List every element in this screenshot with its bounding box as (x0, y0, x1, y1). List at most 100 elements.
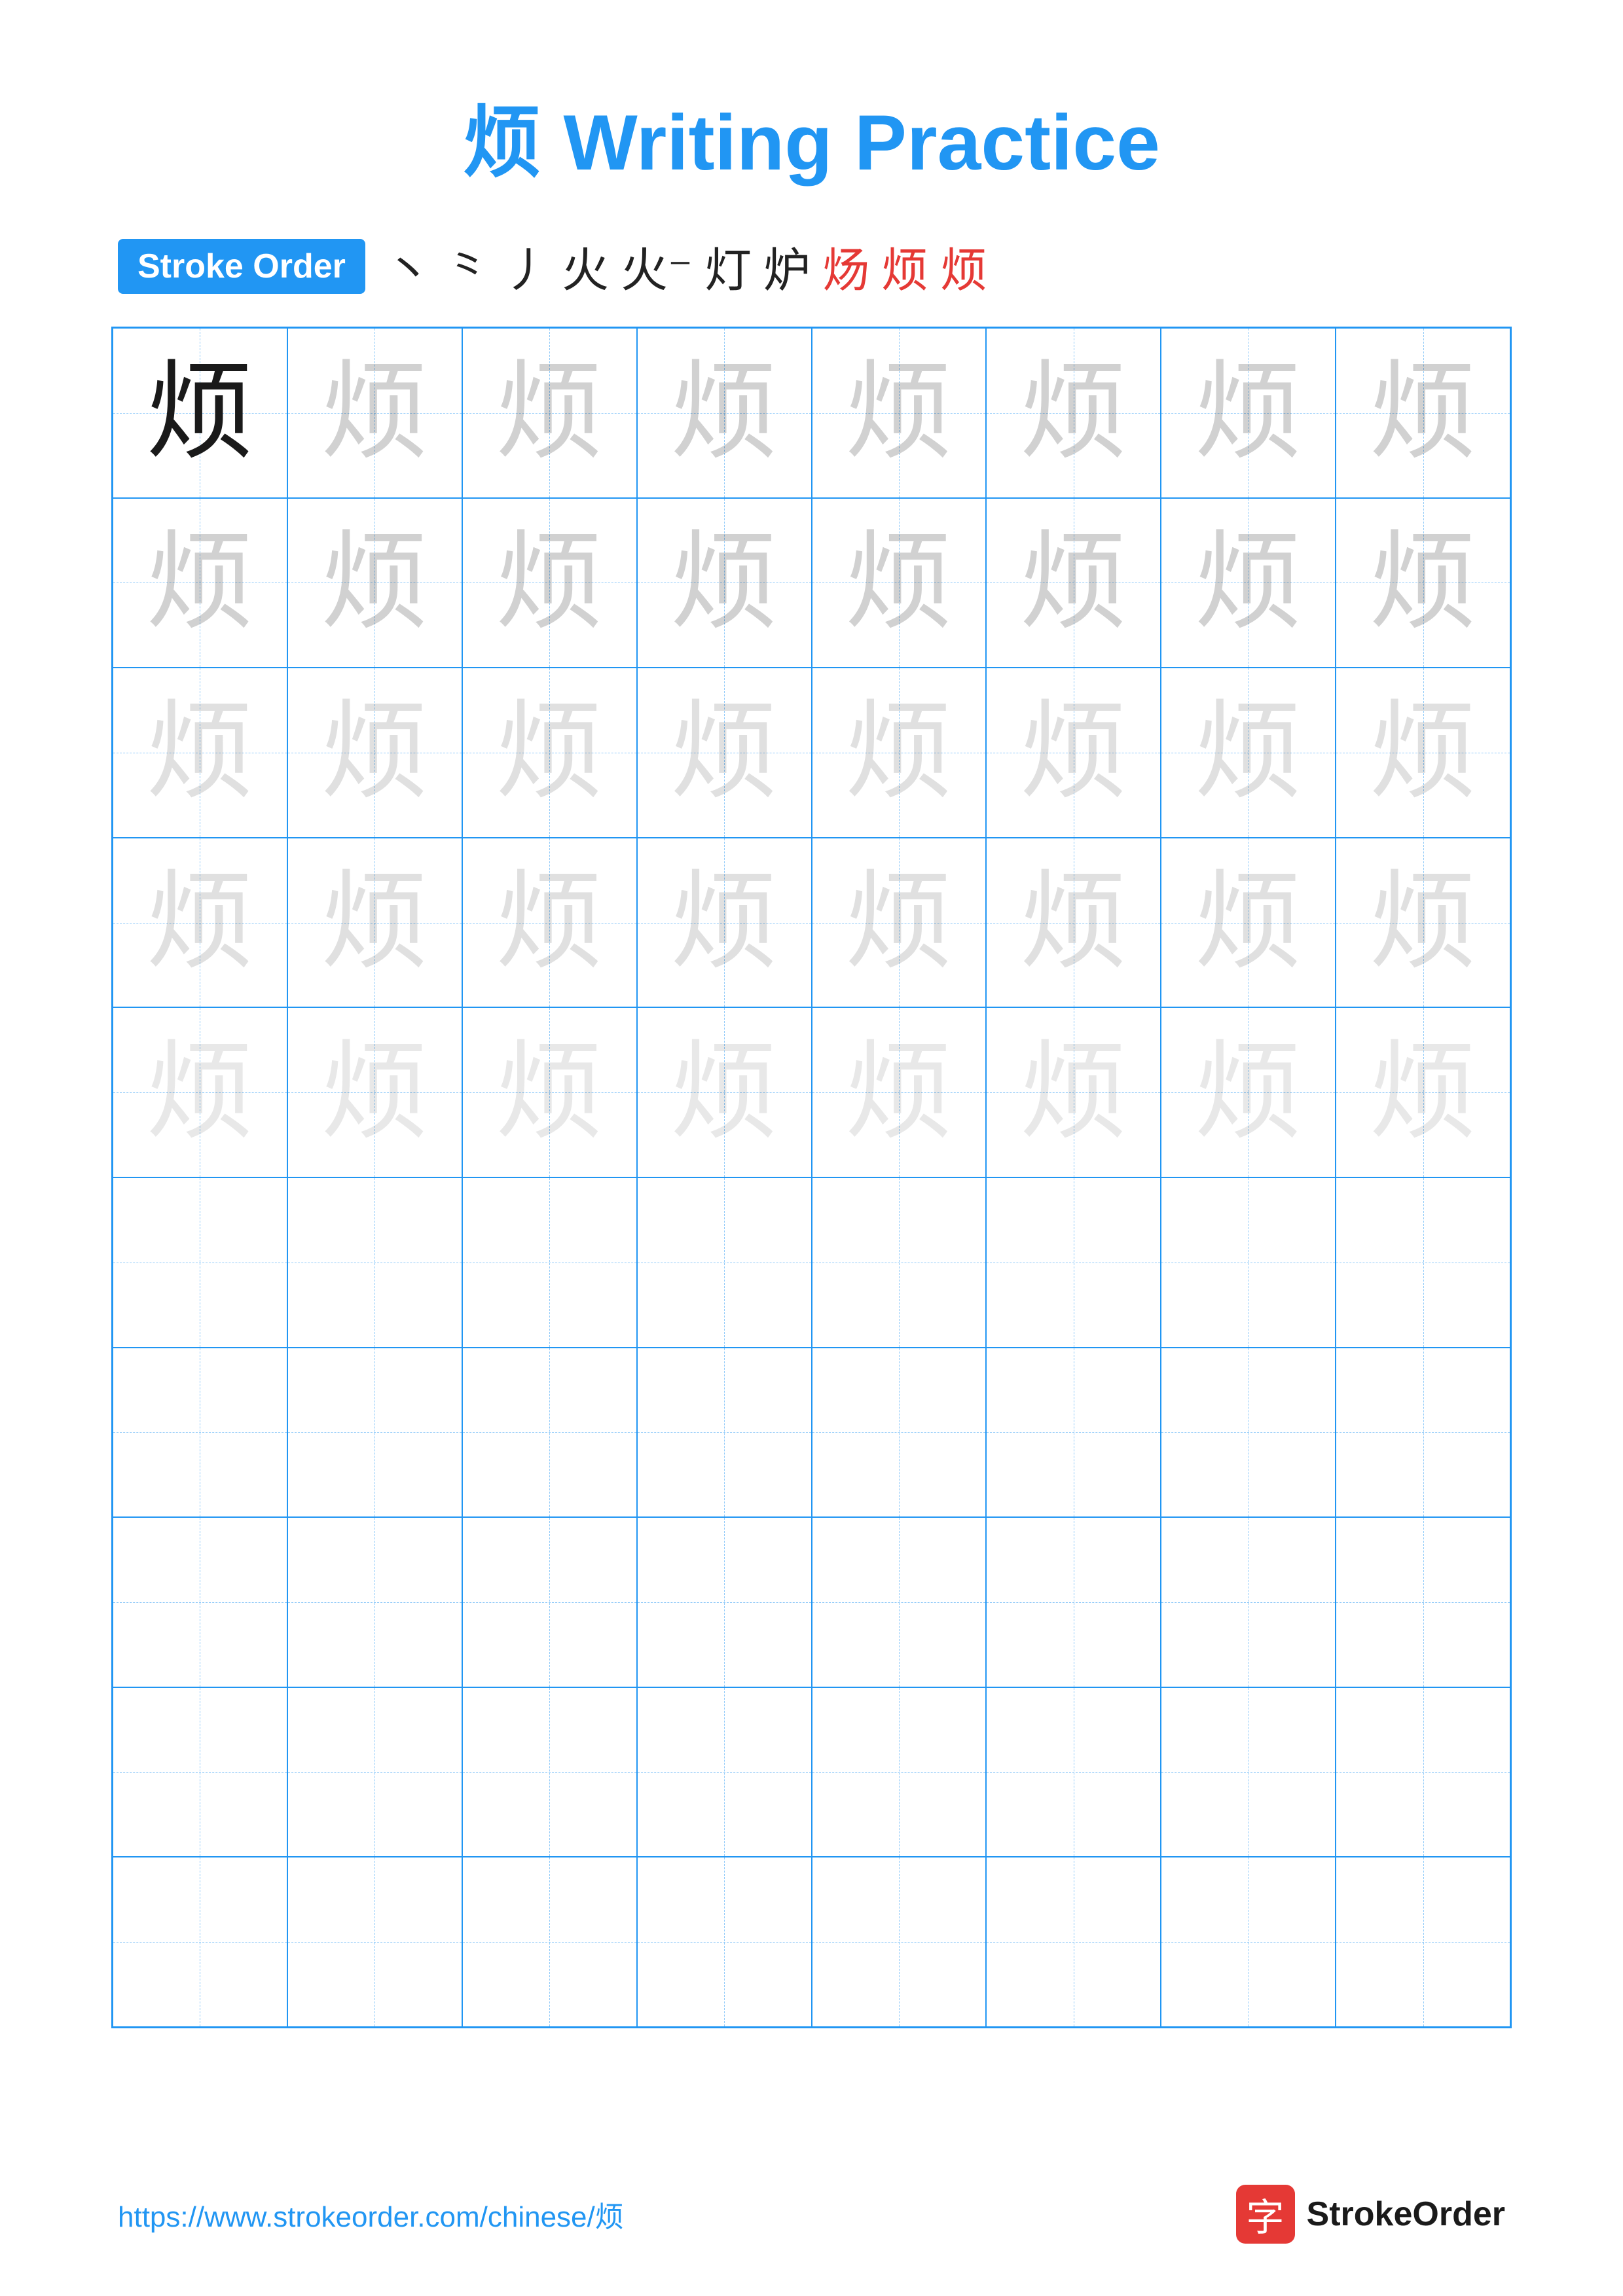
table-row[interactable]: 烦 (462, 498, 637, 668)
table-row[interactable]: 烦 (1336, 328, 1510, 498)
table-row[interactable]: 烦 (113, 498, 287, 668)
footer-logo-text: StrokeOrder (1307, 2195, 1505, 2234)
table-row[interactable] (1161, 1517, 1336, 1687)
table-row[interactable] (637, 1857, 812, 2027)
table-row[interactable] (637, 1517, 812, 1687)
table-row[interactable]: 烦 (1161, 328, 1336, 498)
table-row[interactable]: 烦 (113, 838, 287, 1008)
table-row[interactable] (287, 1348, 462, 1518)
table-row[interactable] (812, 1177, 987, 1348)
table-row[interactable] (637, 1177, 812, 1348)
table-row[interactable]: 烦 (287, 668, 462, 838)
practice-char: 烦 (670, 698, 778, 806)
table-row[interactable] (462, 1177, 637, 1348)
table-row[interactable]: 烦 (113, 668, 287, 838)
table-row[interactable] (812, 1517, 987, 1687)
table-row[interactable] (287, 1177, 462, 1348)
practice-char: 烦 (321, 529, 429, 637)
table-row[interactable] (113, 1687, 287, 1857)
table-row[interactable]: 烦 (986, 328, 1161, 498)
table-row[interactable]: 烦 (637, 498, 812, 668)
practice-char: 烦 (670, 869, 778, 977)
table-row[interactable]: 烦 (287, 498, 462, 668)
table-row[interactable] (287, 1687, 462, 1857)
footer: https://www.strokeorder.com/chinese/烦 字 … (0, 2185, 1623, 2244)
page-title: 烦 Writing Practice (0, 0, 1623, 192)
table-row[interactable]: 烦 (637, 838, 812, 1008)
table-row[interactable] (812, 1687, 987, 1857)
table-row[interactable]: 烦 (1336, 838, 1510, 1008)
stroke-1: 丶 (385, 232, 432, 300)
stroke-8: 炀 (822, 232, 869, 300)
practice-char: 烦 (496, 698, 604, 806)
table-row[interactable]: 烦 (113, 1007, 287, 1177)
table-row[interactable]: 烦 (812, 668, 987, 838)
table-row[interactable] (1336, 1857, 1510, 2027)
table-row[interactable]: 烦 (113, 328, 287, 498)
footer-url[interactable]: https://www.strokeorder.com/chinese/烦 (118, 2193, 624, 2235)
table-row[interactable]: 烦 (637, 328, 812, 498)
table-row[interactable] (462, 1857, 637, 2027)
table-row[interactable] (113, 1177, 287, 1348)
table-row[interactable] (287, 1517, 462, 1687)
table-row[interactable]: 烦 (462, 328, 637, 498)
table-row[interactable] (1161, 1857, 1336, 2027)
table-row[interactable]: 烦 (1336, 1007, 1510, 1177)
table-row[interactable]: 烦 (1161, 498, 1336, 668)
table-row[interactable] (986, 1177, 1161, 1348)
table-row[interactable]: 烦 (986, 838, 1161, 1008)
table-row[interactable] (113, 1857, 287, 2027)
table-row[interactable]: 烦 (462, 838, 637, 1008)
table-row[interactable]: 烦 (986, 1007, 1161, 1177)
table-row[interactable] (986, 1687, 1161, 1857)
table-row[interactable]: 烦 (637, 668, 812, 838)
table-row[interactable]: 烦 (812, 838, 987, 1008)
practice-char: 烦 (1194, 359, 1302, 467)
table-row[interactable] (1336, 1687, 1510, 1857)
table-row[interactable]: 烦 (1336, 668, 1510, 838)
table-row[interactable] (986, 1857, 1161, 2027)
table-row[interactable] (462, 1517, 637, 1687)
practice-char: 烦 (146, 698, 254, 806)
table-row[interactable] (1336, 1177, 1510, 1348)
practice-char: 烦 (146, 869, 254, 977)
stroke-order-chars: 丶 ⺀ 丿 火 火⁻ 灯 炉 炀 烦 烦 (385, 232, 987, 300)
table-row[interactable]: 烦 (812, 328, 987, 498)
table-row[interactable] (1161, 1177, 1336, 1348)
table-row[interactable] (1161, 1348, 1336, 1518)
table-row[interactable]: 烦 (1161, 668, 1336, 838)
table-row[interactable] (1336, 1517, 1510, 1687)
table-row[interactable] (113, 1517, 287, 1687)
practice-char: 烦 (1019, 529, 1127, 637)
table-row[interactable]: 烦 (287, 838, 462, 1008)
table-row[interactable]: 烦 (1161, 838, 1336, 1008)
table-row[interactable]: 烦 (462, 668, 637, 838)
table-row[interactable] (986, 1517, 1161, 1687)
table-row[interactable] (1336, 1348, 1510, 1518)
table-row[interactable] (113, 1348, 287, 1518)
table-row[interactable]: 烦 (287, 328, 462, 498)
table-row[interactable] (1161, 1687, 1336, 1857)
practice-char: 烦 (1019, 698, 1127, 806)
table-row[interactable] (637, 1348, 812, 1518)
table-row[interactable] (637, 1687, 812, 1857)
practice-char: 烦 (1194, 529, 1302, 637)
table-row[interactable] (812, 1857, 987, 2027)
table-row[interactable]: 烦 (637, 1007, 812, 1177)
table-row[interactable]: 烦 (287, 1007, 462, 1177)
table-row[interactable]: 烦 (462, 1007, 637, 1177)
table-row[interactable]: 烦 (986, 498, 1161, 668)
practice-char: 烦 (1019, 1039, 1127, 1147)
table-row[interactable] (287, 1857, 462, 2027)
table-row[interactable] (462, 1687, 637, 1857)
table-row[interactable] (812, 1348, 987, 1518)
table-row[interactable]: 烦 (1161, 1007, 1336, 1177)
practice-char: 烦 (1194, 869, 1302, 977)
table-row[interactable] (986, 1348, 1161, 1518)
table-row[interactable] (462, 1348, 637, 1518)
practice-char: 烦 (670, 1039, 778, 1147)
table-row[interactable]: 烦 (812, 1007, 987, 1177)
table-row[interactable]: 烦 (812, 498, 987, 668)
table-row[interactable]: 烦 (986, 668, 1161, 838)
table-row[interactable]: 烦 (1336, 498, 1510, 668)
